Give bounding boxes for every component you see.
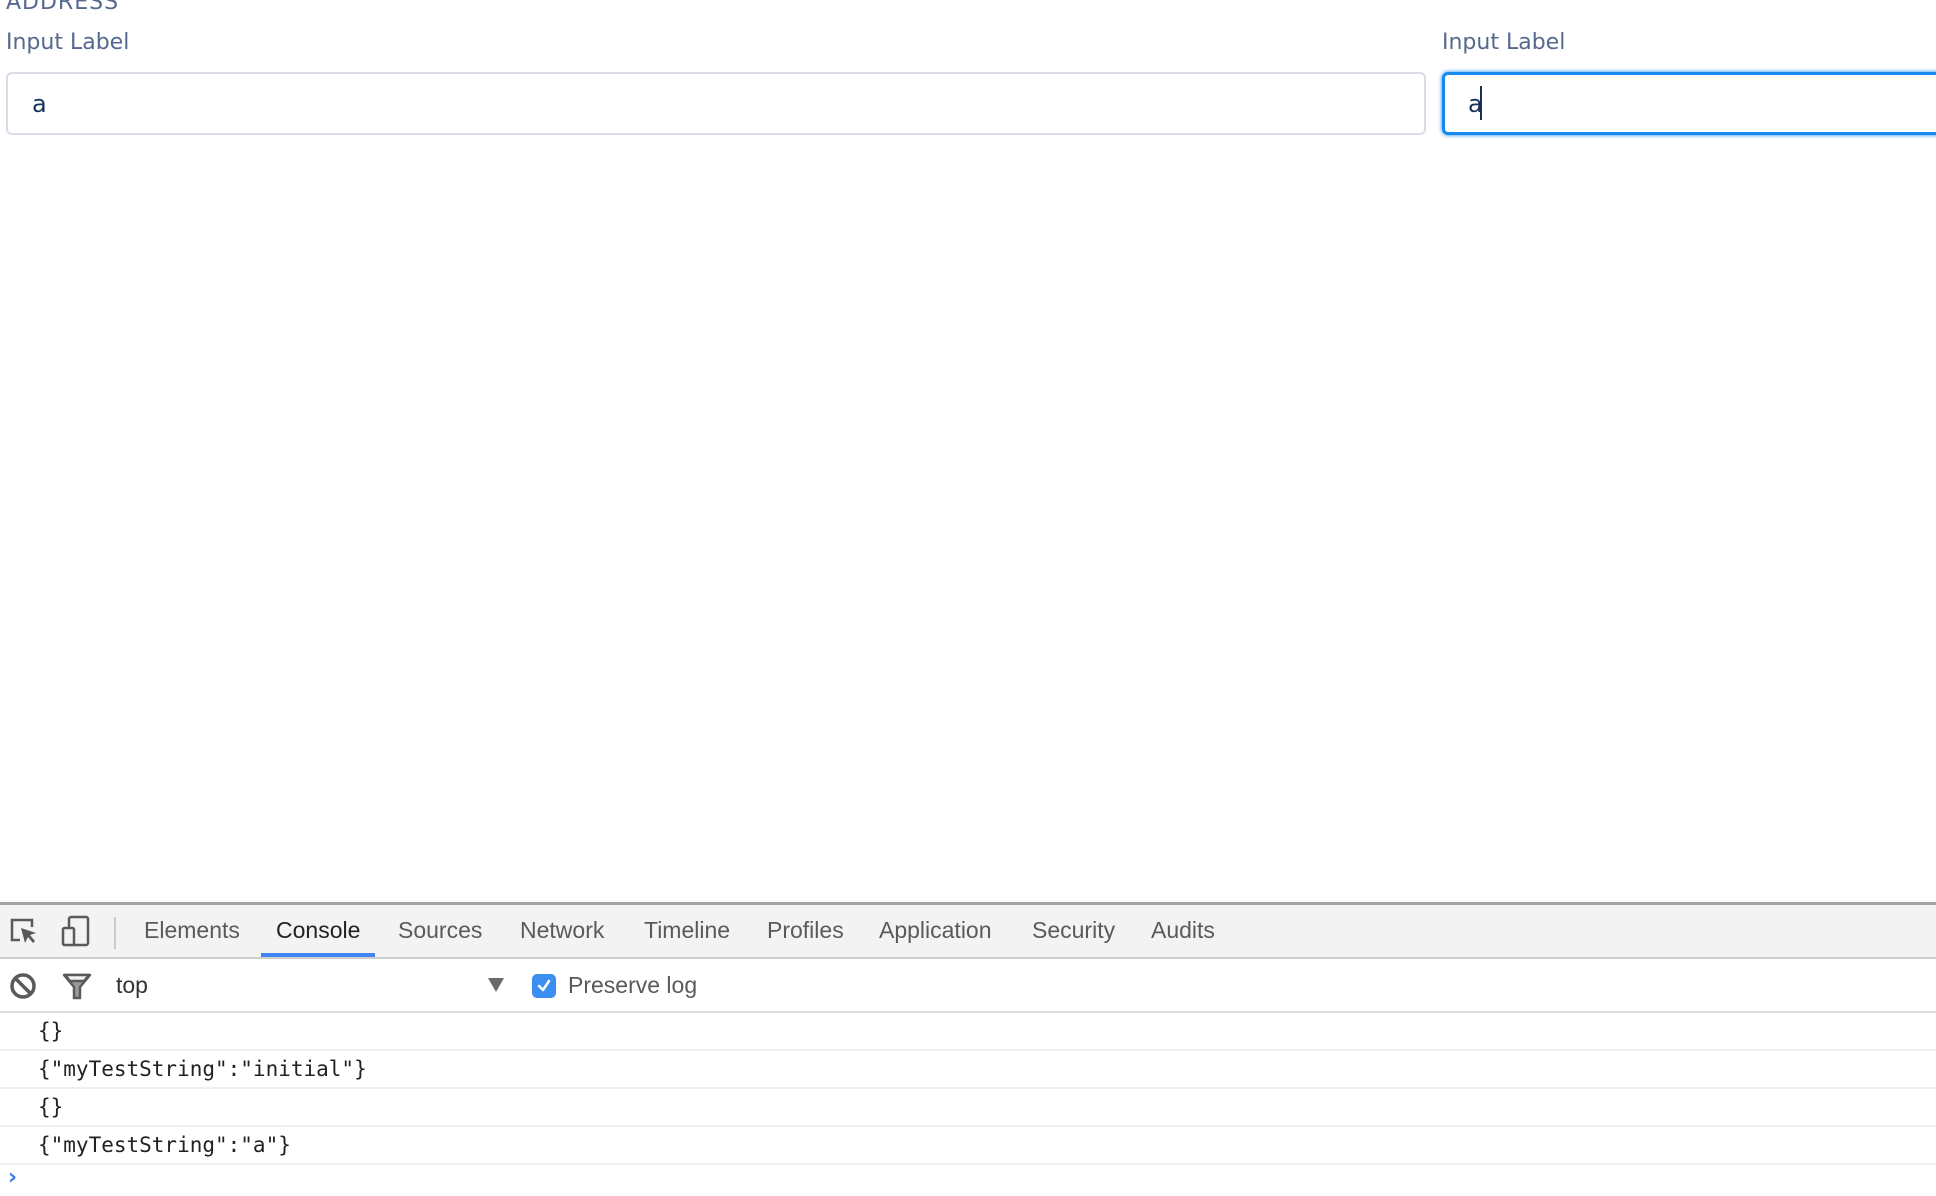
- console-message: {"myTestString":"initial"}: [0, 1051, 1936, 1089]
- tab-application[interactable]: Application: [864, 905, 1007, 957]
- console-prompt-icon[interactable]: ›: [8, 1165, 17, 1190]
- inspect-element-icon[interactable]: [8, 915, 40, 947]
- device-toolbar-icon[interactable]: [60, 915, 92, 947]
- toolbar-divider: [114, 917, 116, 949]
- field-label-1: Input Label: [6, 30, 130, 55]
- console-message: {"myTestString":"a"}: [0, 1127, 1936, 1165]
- console-message: {}: [0, 1013, 1936, 1051]
- console-filter-bar: top Preserve log: [0, 959, 1936, 1013]
- console-message: {}: [0, 1089, 1936, 1127]
- tab-audits[interactable]: Audits: [1136, 905, 1230, 957]
- text-input-1[interactable]: [6, 72, 1426, 135]
- tab-elements[interactable]: Elements: [129, 905, 255, 957]
- preserve-log-checkbox[interactable]: [532, 974, 556, 998]
- tab-timeline[interactable]: Timeline: [629, 905, 745, 957]
- field-label-2: Input Label: [1442, 30, 1566, 55]
- tab-profiles[interactable]: Profiles: [752, 905, 859, 957]
- execution-context-select[interactable]: top: [116, 967, 516, 1003]
- filter-icon[interactable]: [62, 971, 92, 1001]
- tab-security[interactable]: Security: [1017, 905, 1130, 957]
- section-title: ADDRESS: [6, 0, 120, 15]
- text-caret: [1480, 86, 1482, 120]
- devtools-tabbar: Elements Console Sources Network Timelin…: [0, 905, 1936, 959]
- tab-console[interactable]: Console: [261, 905, 376, 957]
- dropdown-arrow-icon[interactable]: [488, 978, 504, 992]
- devtools-panel: Elements Console Sources Network Timelin…: [0, 902, 1936, 1196]
- checkmark-icon: [537, 979, 551, 992]
- page-content: ADDRESS Input Label Input Label: [0, 0, 1936, 902]
- tab-sources[interactable]: Sources: [383, 905, 497, 957]
- console-messages: {} {"myTestString":"initial"} {} {"myTes…: [0, 1013, 1936, 1165]
- tab-network[interactable]: Network: [505, 905, 619, 957]
- context-value: top: [116, 972, 148, 998]
- text-input-2[interactable]: [1442, 72, 1936, 135]
- clear-console-icon[interactable]: [8, 971, 38, 1001]
- preserve-log-label[interactable]: Preserve log: [568, 967, 697, 1003]
